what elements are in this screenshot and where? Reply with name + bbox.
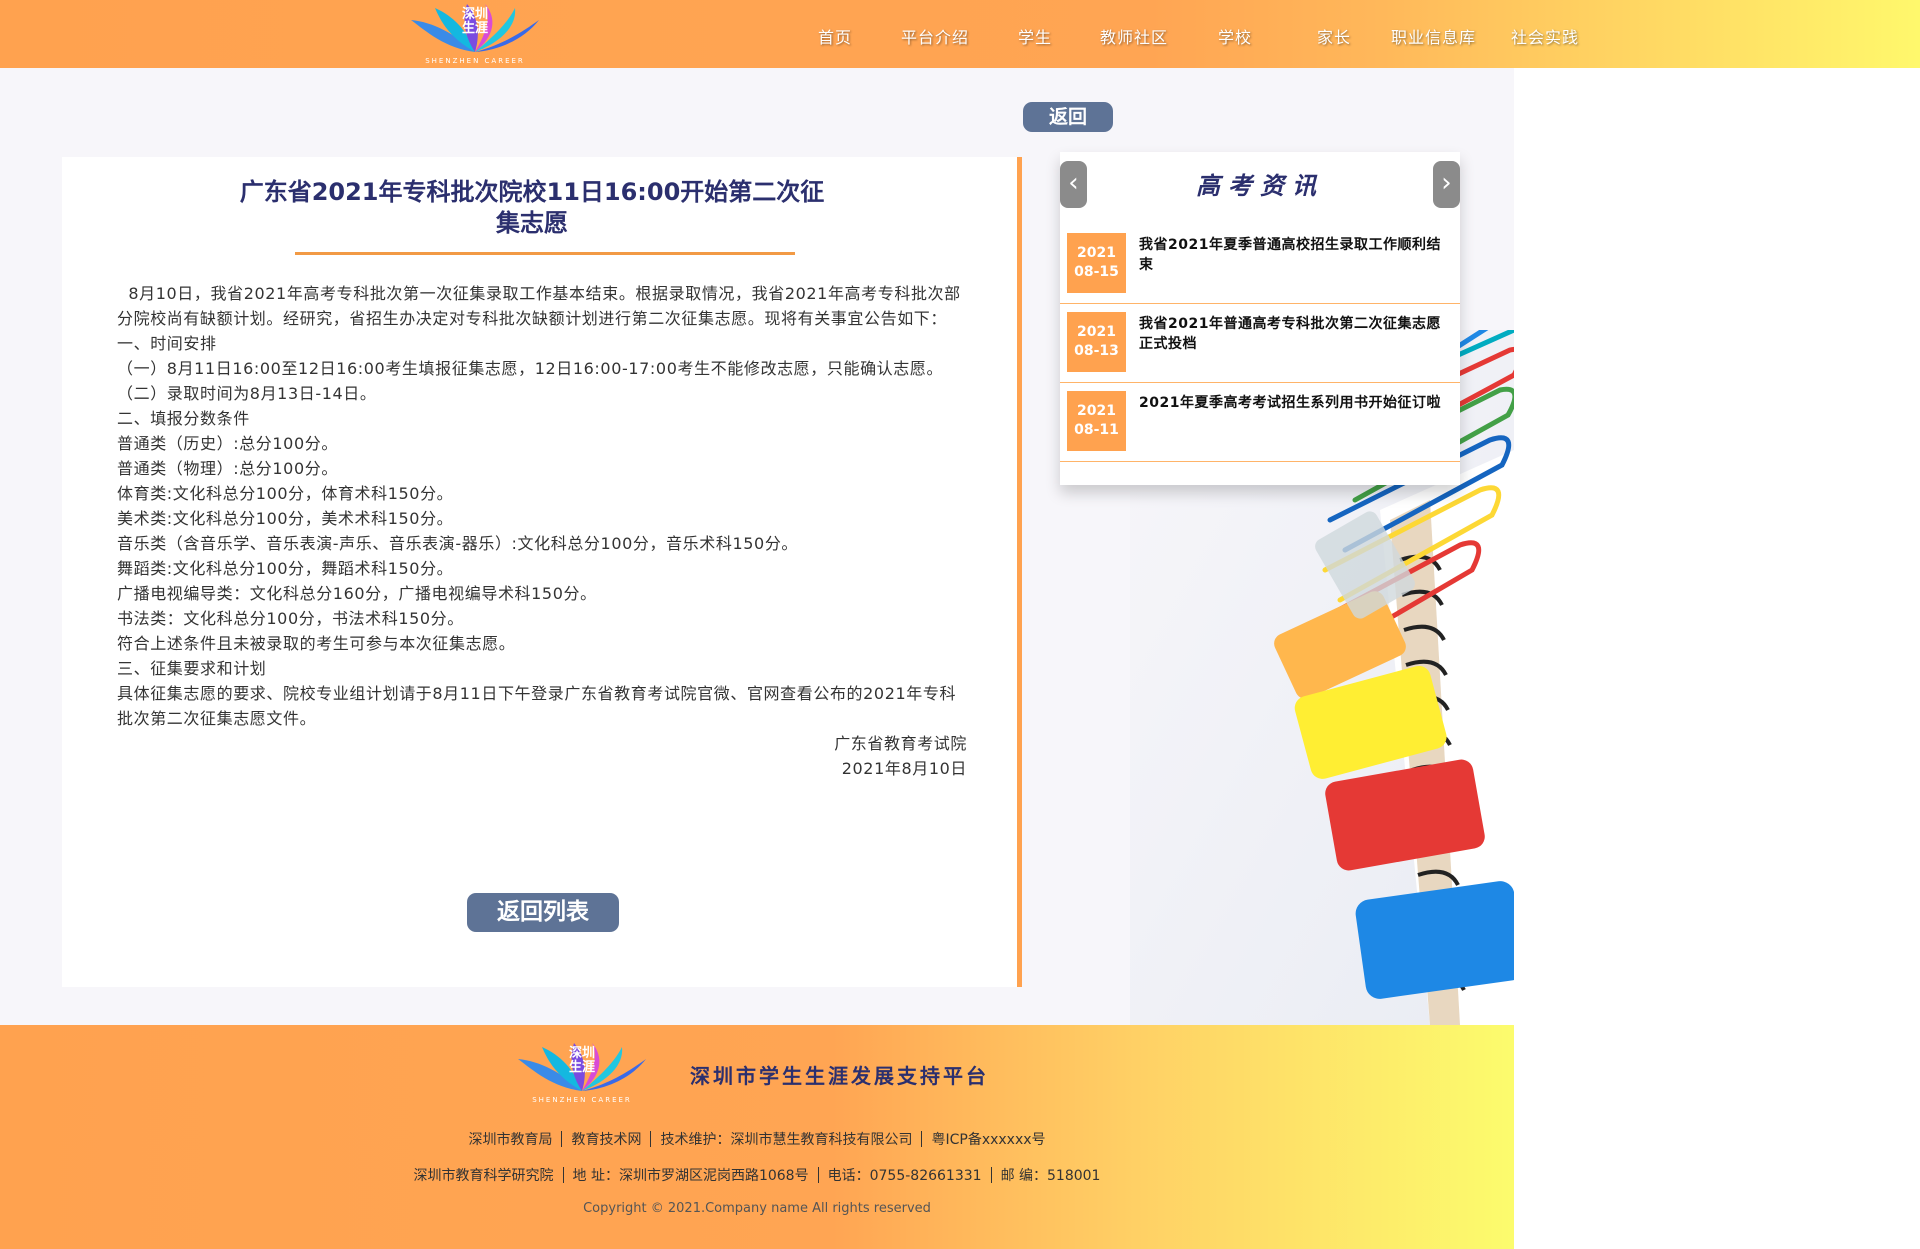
footer-separator [817, 1167, 819, 1183]
article-paragraph: 符合上述条件且未被录取的考生可参与本次征集志愿。 [117, 634, 516, 653]
footer-separator [561, 1131, 563, 1147]
nav-career-info[interactable]: 职业信息库 [1391, 24, 1476, 48]
article-paragraph: 二、填报分数条件 [117, 409, 250, 428]
news-month-day: 08-11 [1074, 422, 1119, 438]
news-list: 2021 08-15 我省2021年夏季普通高校招生录取工作顺利结束 2021 … [1060, 225, 1460, 462]
article-title-line2: 集志愿 [496, 209, 568, 237]
news-date-badge: 2021 08-15 [1067, 233, 1126, 293]
article-paragraph: 三、征集要求和计划 [117, 659, 267, 678]
footer-link-edu-tech[interactable]: 教育技术网 [571, 1132, 641, 1148]
footer-icp[interactable]: 粤ICP备xxxxxx号 [931, 1132, 1045, 1148]
article-paragraph: 舞蹈类:文化科总分100分，舞蹈术科150分。 [117, 559, 454, 578]
news-item[interactable]: 2021 08-11 2021年夏季高考考试招生系列用书开始征订啦 [1060, 383, 1460, 462]
article-paragraph: 体育类:文化科总分100分，体育术科150分。 [117, 484, 454, 503]
news-year: 2021 [1077, 324, 1116, 340]
back-button[interactable]: 返回 [1023, 102, 1113, 132]
article-title: 广东省2021年专科批次院校11日16:00开始第二次征 集志愿 [232, 177, 972, 239]
article-paragraph: 一、时间安排 [117, 334, 217, 353]
footer-phone: 电话：0755-82661331 [827, 1168, 982, 1184]
footer-logo: 深圳 生涯 SHENZHEN CAREER [518, 1043, 646, 1104]
copyright: Copyright © 2021.Company name All rights… [583, 1201, 931, 1216]
main-nav: 首页 平台介绍 学生 教师社区 学校 家长 职业信息库 社会实践 [0, 0, 1920, 68]
article-paragraph: 广播电视编导类：文化科总分160分，广播电视编导术科150分。 [117, 584, 597, 603]
footer-links-row: 深圳市教育局 教育技术网 技术维护：深圳市慧生教育科技有限公司 粤ICP备xxxxxx… [0, 1129, 1514, 1149]
article-paragraph: 音乐类（含音乐学、音乐表演-声乐、音乐表演-器乐）:文化科总分100分，音乐术科… [117, 534, 799, 553]
news-year: 2021 [1077, 403, 1116, 419]
news-headline[interactable]: 我省2021年夏季普通高校招生录取工作顺利结束 [1139, 235, 1449, 275]
footer-contact-row: 深圳市教育科学研究院 地 址：深圳市罗湖区泥岗西路1068号 电话：0755-826… [0, 1165, 1514, 1185]
next-arrow-icon[interactable]: › [1433, 161, 1460, 208]
footer: 深圳 生涯 SHENZHEN CAREER 深圳市学生生涯发展支持平台 深圳市教… [0, 1025, 1514, 1249]
footer-postcode: 邮 编：518001 [1000, 1168, 1101, 1184]
nav-school[interactable]: 学校 [1218, 24, 1252, 48]
news-date-badge: 2021 08-13 [1067, 312, 1126, 372]
news-panel-title: 高考资讯 [1196, 171, 1324, 200]
article-paragraph: 8月10日，我省2021年高考专科批次第一次征集录取工作基本结束。根据录取情况，… [117, 284, 961, 328]
news-headline[interactable]: 2021年夏季高考考试招生系列用书开始征订啦 [1139, 393, 1449, 413]
footer-separator [562, 1167, 564, 1183]
footer-separator [650, 1131, 652, 1147]
nav-platform-intro[interactable]: 平台介绍 [901, 24, 969, 48]
news-year: 2021 [1077, 245, 1116, 261]
article-panel: 广东省2021年专科批次院校11日16:00开始第二次征 集志愿 8月10日，我… [62, 157, 1022, 987]
nav-social-practice[interactable]: 社会实践 [1511, 24, 1579, 48]
article-body: 8月10日，我省2021年高考专科批次第一次征集录取工作基本结束。根据录取情况，… [117, 281, 967, 781]
article-paragraph: （一）8月11日16:00至12日16:00考生填报征集志愿，12日16:00-… [117, 359, 944, 378]
news-item[interactable]: 2021 08-15 我省2021年夏季普通高校招生录取工作顺利结束 [1060, 225, 1460, 304]
article-date: 2021年8月10日 [841, 759, 967, 778]
article-paragraph: 普通类（历史）:总分100分。 [117, 434, 338, 453]
footer-link-education-bureau[interactable]: 深圳市教育局 [468, 1132, 552, 1148]
footer-institute: 深圳市教育科学研究院 [413, 1168, 554, 1184]
article-paragraph: 书法类：文化科总分100分，书法术科150分。 [117, 609, 464, 628]
news-item[interactable]: 2021 08-13 我省2021年普通高考专科批次第二次征集志愿正式投档 [1060, 304, 1460, 383]
article-title-line1: 广东省2021年专科批次院校11日16:00开始第二次征 [239, 178, 825, 206]
article-paragraph: （二）录取时间为8月13日-14日。 [117, 384, 377, 403]
news-date-badge: 2021 08-11 [1067, 391, 1126, 451]
nav-teacher-community[interactable]: 教师社区 [1100, 24, 1168, 48]
title-divider [295, 252, 795, 255]
svg-text:深圳: 深圳 [569, 1045, 595, 1061]
article-paragraph: 美术类:文化科总分100分，美术术科150分。 [117, 509, 454, 528]
footer-separator [921, 1131, 923, 1147]
article-paragraph: 普通类（物理）:总分100分。 [117, 459, 338, 478]
platform-name: 深圳市学生生涯发展支持平台 [690, 1064, 989, 1088]
back-to-list-button[interactable]: 返回列表 [467, 893, 619, 932]
article-paragraph: 具体征集志愿的要求、院校专业组计划请于8月11日下午登录广东省教育考试院官微、官… [117, 684, 957, 728]
footer-maintenance: 技术维护：深圳市慧生教育科技有限公司 [660, 1132, 913, 1148]
footer-address: 地 址：深圳市罗湖区泥岗西路1068号 [572, 1168, 809, 1184]
nav-student[interactable]: 学生 [1018, 24, 1052, 48]
news-month-day: 08-13 [1074, 343, 1119, 359]
nav-home[interactable]: 首页 [818, 24, 852, 48]
news-month-day: 08-15 [1074, 264, 1119, 280]
nav-parent[interactable]: 家长 [1317, 24, 1351, 48]
gaokao-news-panel: ‹ 高考资讯 › 2021 08-15 我省2021年夏季普通高校招生录取工作顺… [1060, 152, 1460, 485]
footer-separator [990, 1167, 992, 1183]
svg-text:生涯: 生涯 [569, 1059, 595, 1075]
article-signature: 广东省教育考试院 [834, 734, 967, 753]
top-navigation-bar: 深圳 生涯 SHENZHEN CAREER 首页 平台介绍 学生 教师社区 学校… [0, 0, 1920, 68]
svg-text:SHENZHEN CAREER: SHENZHEN CAREER [532, 1096, 632, 1104]
news-headline[interactable]: 我省2021年普通高考专科批次第二次征集志愿正式投档 [1139, 314, 1449, 354]
